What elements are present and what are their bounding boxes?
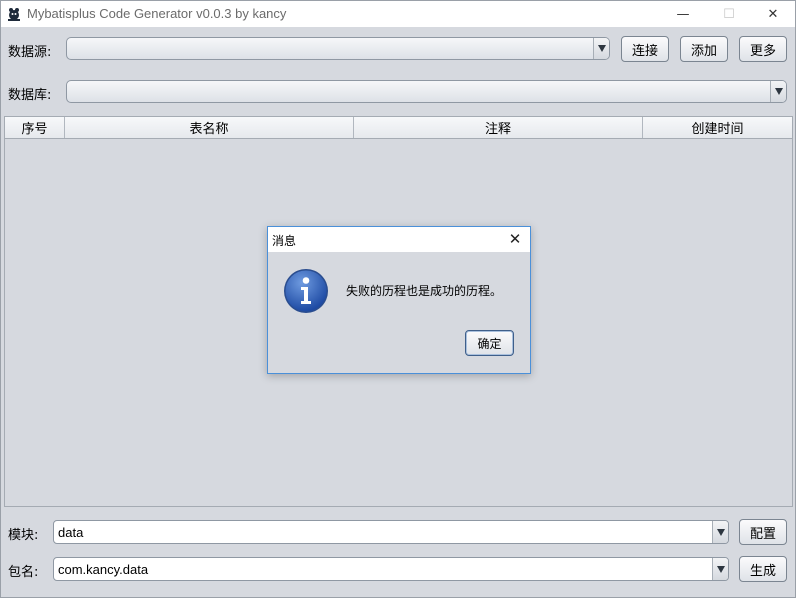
dialog-message: 失败的历程也是成功的历程。 <box>346 284 503 298</box>
package-value: com.kancy.data <box>58 561 149 577</box>
maximize-button[interactable]: ☐ <box>706 1 752 27</box>
app-icon <box>8 8 20 21</box>
column-header-index[interactable]: 序号 <box>5 117 65 138</box>
more-button[interactable]: 更多 <box>739 36 787 62</box>
config-button[interactable]: 配置 <box>739 519 787 545</box>
chevron-down-icon[interactable] <box>712 521 728 543</box>
module-combo[interactable]: data <box>53 520 729 544</box>
column-header-table-name[interactable]: 表名称 <box>65 117 354 138</box>
column-header-created-time[interactable]: 创建时间 <box>643 117 792 138</box>
window-title: Mybatisplus Code Generator v0.0.3 by kan… <box>27 6 287 21</box>
ok-button[interactable]: 确定 <box>465 330 514 356</box>
title-bar[interactable]: Mybatisplus Code Generator v0.0.3 by kan… <box>1 1 795 27</box>
dialog-title-bar[interactable]: 消息 ✕ <box>268 227 530 252</box>
info-icon <box>284 269 328 313</box>
module-value: data <box>58 524 84 540</box>
package-label: 包名: <box>8 565 39 580</box>
table-header: 序号 表名称 注释 创建时间 <box>5 117 792 139</box>
database-select[interactable] <box>66 80 787 103</box>
datasource-label: 数据源: <box>8 45 52 60</box>
chevron-down-icon[interactable] <box>593 38 609 59</box>
generate-button[interactable]: 生成 <box>739 556 787 582</box>
minimize-button[interactable]: — <box>660 1 706 27</box>
close-button[interactable]: ✕ <box>750 1 796 27</box>
column-header-comment[interactable]: 注释 <box>354 117 643 138</box>
dialog-close-button[interactable]: ✕ <box>504 229 526 249</box>
datasource-select[interactable] <box>66 37 610 60</box>
connect-button[interactable]: 连接 <box>621 36 669 62</box>
chevron-down-icon[interactable] <box>712 558 728 580</box>
dialog-title: 消息 <box>272 234 297 248</box>
module-label: 模块: <box>8 528 39 543</box>
message-dialog: 消息 ✕ 失败的历程也是成功的历程。 确定 <box>267 226 531 374</box>
chevron-down-icon[interactable] <box>770 81 786 102</box>
package-combo[interactable]: com.kancy.data <box>53 557 729 581</box>
main-window: Mybatisplus Code Generator v0.0.3 by kan… <box>0 0 796 598</box>
add-button[interactable]: 添加 <box>680 36 728 62</box>
database-label: 数据库: <box>8 88 52 103</box>
